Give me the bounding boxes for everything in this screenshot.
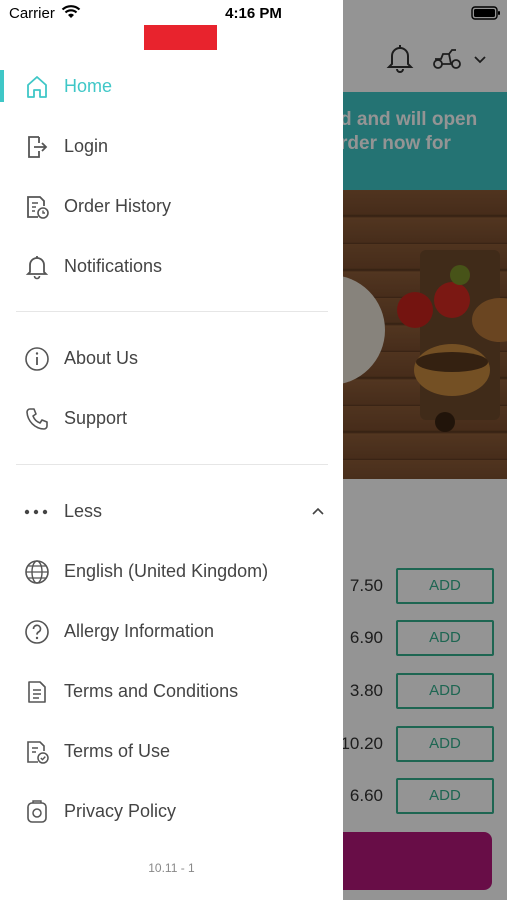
home-icon: [24, 74, 50, 100]
drawer-item-label: Terms of Use: [64, 741, 171, 761]
question-icon: [24, 619, 50, 645]
more-dots-icon: [24, 502, 50, 522]
drawer-item-label: Login: [64, 136, 109, 156]
drawer-item-label: About Us: [64, 348, 139, 368]
drawer-item-login[interactable]: Login: [0, 122, 343, 170]
drawer-item-label: Notifications: [64, 256, 163, 276]
drawer-item-label: Order History: [64, 196, 172, 216]
phone-icon: [24, 406, 50, 432]
chevron-up-icon: [311, 506, 325, 516]
battery-icon: [471, 6, 501, 20]
drawer-item-label: Terms and Conditions: [64, 681, 239, 701]
brand-logo: [144, 25, 217, 50]
app-version: 10.11 - 1: [148, 861, 195, 875]
drawer-item-notifications[interactable]: Notifications: [0, 242, 343, 290]
drawer-divider: [16, 464, 328, 465]
status-bar: Carrier 4:16 PM: [0, 0, 507, 28]
document-icon: [24, 679, 50, 705]
drawer-item-home[interactable]: Home: [0, 62, 343, 110]
drawer-divider: [16, 311, 328, 312]
less-label: Less: [64, 501, 103, 521]
drawer-item-terms-of-use[interactable]: Terms of Use: [0, 727, 343, 775]
drawer-item-allergy[interactable]: Allergy Information: [0, 607, 343, 655]
login-icon: [24, 134, 50, 160]
drawer-item-label: English (United Kingdom): [64, 561, 269, 581]
info-icon: [24, 346, 50, 372]
less-toggle[interactable]: Less: [0, 488, 343, 536]
drawer-item-privacy-policy[interactable]: Privacy Policy: [0, 787, 343, 835]
drawer-item-terms-conditions[interactable]: Terms and Conditions: [0, 667, 343, 715]
drawer-item-support[interactable]: Support: [0, 394, 343, 442]
drawer-item-order-history[interactable]: Order History: [0, 182, 343, 230]
drawer-item-language[interactable]: English (United Kingdom): [0, 547, 343, 595]
document-check-icon: [24, 739, 50, 765]
side-drawer: Home Login Order History Notifications A…: [0, 0, 343, 900]
globe-icon: [24, 559, 50, 585]
privacy-icon: [24, 799, 50, 825]
drawer-item-label: Support: [64, 408, 128, 428]
drawer-item-label: Privacy Policy: [64, 801, 177, 821]
drawer-item-label: Allergy Information: [64, 621, 215, 641]
status-time: 4:16 PM: [225, 5, 282, 22]
bell-icon: [24, 254, 50, 280]
drawer-item-about-us[interactable]: About Us: [0, 334, 343, 382]
drawer-item-label: Home: [64, 76, 113, 96]
order-history-icon: [24, 194, 50, 220]
